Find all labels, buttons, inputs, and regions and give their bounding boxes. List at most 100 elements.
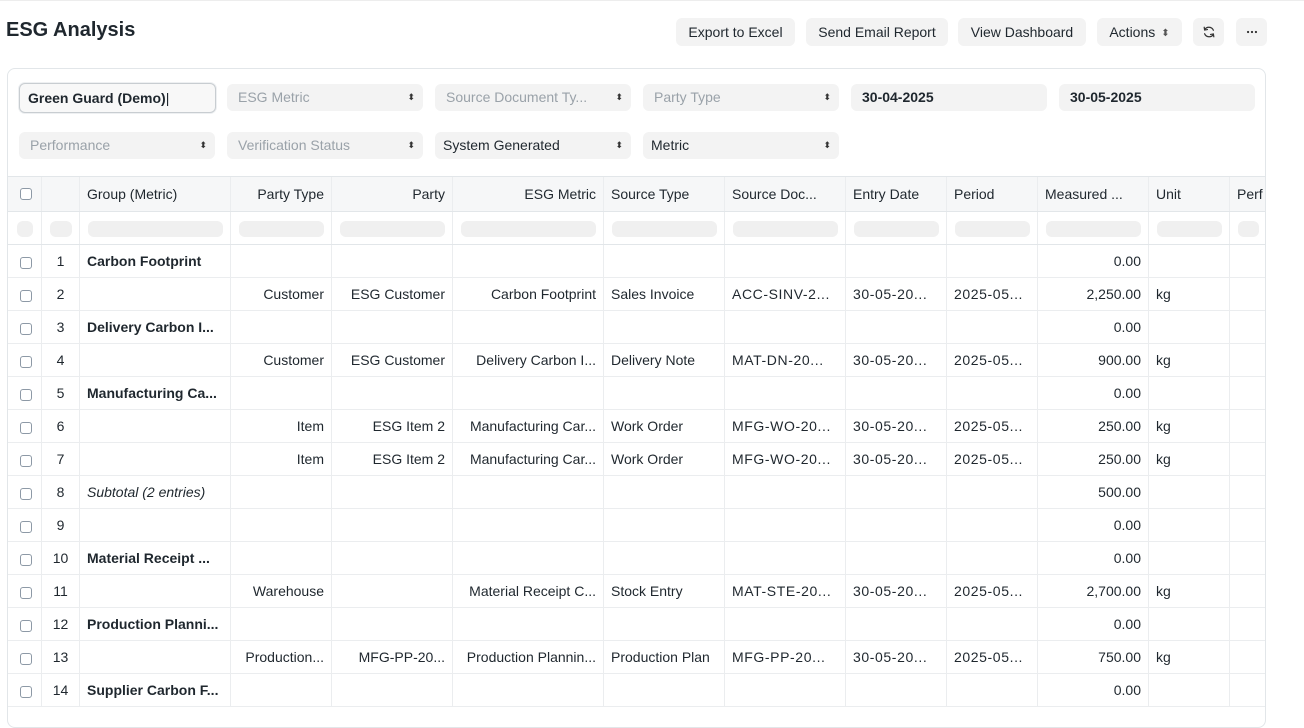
cell-source-doc[interactable]: [725, 509, 846, 541]
cell-party[interactable]: [332, 608, 453, 640]
cell-measured-value[interactable]: 0.00: [1038, 674, 1149, 706]
more-options-button[interactable]: [1236, 18, 1267, 46]
row-checkbox[interactable]: [20, 488, 32, 500]
cell-measured-value[interactable]: 0.00: [1038, 245, 1149, 277]
table-row[interactable]: 12 Production Planni... 0.00: [8, 608, 1265, 641]
cell-measured-value[interactable]: 2,700.00: [1038, 575, 1149, 607]
cell-source-doc[interactable]: [725, 245, 846, 277]
table-row[interactable]: 5 Manufacturing Ca... 0.00: [8, 377, 1265, 410]
cell-measured-value[interactable]: 500.00: [1038, 476, 1149, 508]
cell-party-type[interactable]: Item: [231, 443, 332, 475]
cell-source-type[interactable]: [604, 542, 725, 574]
cell-esg-metric[interactable]: [453, 509, 604, 541]
performance-filter[interactable]: Performance ⬍: [19, 132, 215, 159]
cell-group-metric[interactable]: [80, 575, 231, 607]
cell-entry-date[interactable]: 30-05-20...: [846, 278, 947, 310]
cell-period[interactable]: 2025-05...: [947, 443, 1038, 475]
cell-party[interactable]: MFG-PP-20...: [332, 641, 453, 673]
to-date-field[interactable]: 30-05-2025: [1059, 84, 1255, 111]
select-all-checkbox[interactable]: [20, 188, 32, 200]
cell-measured-value[interactable]: 900.00: [1038, 344, 1149, 376]
refresh-button[interactable]: [1193, 18, 1224, 46]
cell-party-type[interactable]: Customer: [231, 278, 332, 310]
cell-source-doc[interactable]: [725, 311, 846, 343]
row-checkbox[interactable]: [20, 554, 32, 566]
cell-entry-date[interactable]: 30-05-20...: [846, 443, 947, 475]
cell-esg-metric[interactable]: [453, 311, 604, 343]
cell-esg-metric[interactable]: Manufacturing Car...: [453, 443, 604, 475]
verification-status-filter[interactable]: Verification Status ⬍: [227, 132, 423, 159]
cell-performance[interactable]: [1230, 410, 1265, 442]
cell-performance[interactable]: [1230, 443, 1265, 475]
cell-group-metric[interactable]: [80, 344, 231, 376]
column-header-performance[interactable]: Perf: [1230, 177, 1265, 211]
cell-source-doc[interactable]: MAT-DN-20...: [725, 344, 846, 376]
cell-performance[interactable]: [1230, 509, 1265, 541]
cell-source-type[interactable]: [604, 674, 725, 706]
column-filter-input[interactable]: [1157, 221, 1222, 237]
column-header-party-type[interactable]: Party Type: [231, 177, 332, 211]
column-filter-input[interactable]: [340, 221, 445, 237]
cell-source-type[interactable]: [604, 476, 725, 508]
cell-source-type[interactable]: [604, 608, 725, 640]
cell-entry-date[interactable]: 30-05-20...: [846, 344, 947, 376]
cell-entry-date[interactable]: [846, 245, 947, 277]
cell-group-metric[interactable]: Carbon Footprint: [80, 245, 231, 277]
cell-source-type[interactable]: [604, 311, 725, 343]
cell-entry-date[interactable]: [846, 542, 947, 574]
column-filter-input[interactable]: [88, 221, 223, 237]
cell-performance[interactable]: [1230, 575, 1265, 607]
cell-performance[interactable]: [1230, 542, 1265, 574]
column-filter-input[interactable]: [239, 221, 324, 237]
cell-source-type[interactable]: [604, 377, 725, 409]
cell-measured-value[interactable]: 2,250.00: [1038, 278, 1149, 310]
cell-period[interactable]: 2025-05...: [947, 410, 1038, 442]
cell-source-doc[interactable]: [725, 476, 846, 508]
table-row[interactable]: 9 0.00: [8, 509, 1265, 542]
cell-unit[interactable]: [1149, 311, 1230, 343]
cell-entry-date[interactable]: [846, 377, 947, 409]
cell-performance[interactable]: [1230, 377, 1265, 409]
column-header-period[interactable]: Period: [947, 177, 1038, 211]
cell-group-metric[interactable]: [80, 641, 231, 673]
table-row[interactable]: 10 Material Receipt ... 0.00: [8, 542, 1265, 575]
column-filter-input[interactable]: [612, 221, 717, 237]
table-row[interactable]: 1 Carbon Footprint 0.00: [8, 245, 1265, 278]
company-filter[interactable]: Green Guard (Demo)|: [19, 83, 216, 113]
cell-entry-date[interactable]: [846, 476, 947, 508]
cell-period[interactable]: 2025-05...: [947, 344, 1038, 376]
source-document-type-filter[interactable]: Source Document Ty... ⬍: [435, 84, 631, 111]
cell-party-type[interactable]: Warehouse: [231, 575, 332, 607]
column-filter-input[interactable]: [1238, 221, 1259, 237]
cell-measured-value[interactable]: 0.00: [1038, 311, 1149, 343]
row-checkbox[interactable]: [20, 323, 32, 335]
export-to-excel-button[interactable]: Export to Excel: [676, 18, 795, 46]
view-dashboard-button[interactable]: View Dashboard: [958, 18, 1086, 46]
table-row[interactable]: 8 Subtotal (2 entries) 500.00: [8, 476, 1265, 509]
column-header-esg-metric[interactable]: ESG Metric: [453, 177, 604, 211]
row-checkbox[interactable]: [20, 521, 32, 533]
cell-period[interactable]: 2025-05...: [947, 575, 1038, 607]
cell-measured-value[interactable]: 250.00: [1038, 443, 1149, 475]
table-row[interactable]: 4 Customer ESG Customer Delivery Carbon I..…: [8, 344, 1265, 377]
cell-party-type[interactable]: [231, 608, 332, 640]
cell-group-metric[interactable]: [80, 410, 231, 442]
cell-group-metric[interactable]: Supplier Carbon F...: [80, 674, 231, 706]
cell-period[interactable]: [947, 311, 1038, 343]
cell-performance[interactable]: [1230, 674, 1265, 706]
cell-group-metric[interactable]: Subtotal (2 entries): [80, 476, 231, 508]
cell-party-type[interactable]: Item: [231, 410, 332, 442]
table-row[interactable]: 6 Item ESG Item 2 Manufacturing Car... Work …: [8, 410, 1265, 443]
column-header-group-metric[interactable]: Group (Metric): [80, 177, 231, 211]
cell-source-doc[interactable]: ACC-SINV-2...: [725, 278, 846, 310]
cell-unit[interactable]: [1149, 542, 1230, 574]
cell-unit[interactable]: kg: [1149, 344, 1230, 376]
cell-source-type[interactable]: Production Plan: [604, 641, 725, 673]
cell-source-doc[interactable]: [725, 674, 846, 706]
cell-source-doc[interactable]: MFG-WO-20...: [725, 410, 846, 442]
group-by-select[interactable]: Metric ⬍: [643, 132, 839, 159]
cell-period[interactable]: [947, 509, 1038, 541]
column-filter-input[interactable]: [854, 221, 939, 237]
cell-source-type[interactable]: Stock Entry: [604, 575, 725, 607]
row-checkbox[interactable]: [20, 257, 32, 269]
